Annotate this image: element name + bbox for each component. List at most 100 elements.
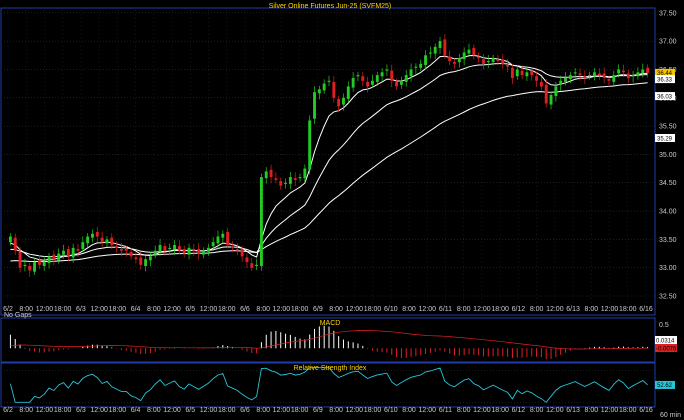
interval-label: 60 min [660, 412, 681, 419]
rsi-time-tick-label: 8:00 [402, 407, 416, 414]
rsi-time-tick-label: 12:00 [163, 407, 181, 414]
candle-body [482, 59, 485, 64]
candle-body [100, 237, 104, 243]
candle-body [539, 81, 543, 87]
price-time-tick-label: 6/12 [512, 306, 526, 313]
rsi-time-tick-label: 18:00 [291, 407, 309, 414]
candle-body [202, 250, 205, 255]
candle-body [57, 253, 61, 261]
price-time-tick-label: 6/5 [185, 306, 195, 313]
price-tick-label: 37.00 [659, 39, 677, 46]
candle-body [245, 257, 249, 263]
candle-body [129, 251, 133, 257]
candle-body [530, 70, 534, 76]
candle-body [414, 66, 418, 68]
candle-body [8, 236, 12, 243]
candle-body [462, 52, 466, 60]
rsi-time-tick-label: 18:00 [54, 407, 72, 414]
candle-body [33, 262, 36, 272]
candle-body [62, 250, 65, 255]
candle-body [42, 262, 46, 266]
candle-body [477, 56, 481, 59]
price-time-tick-label: 18:00 [218, 306, 236, 313]
candle-body [342, 97, 345, 105]
price-time-tick-label: 8:00 [585, 306, 599, 313]
price-tick-label: 34.00 [659, 209, 677, 216]
candle-body [515, 69, 519, 77]
candle-body [71, 247, 75, 258]
candle-body [235, 249, 239, 251]
candle-body [346, 86, 350, 99]
price-time-tick-label: 8:00 [402, 306, 416, 313]
candle-body [264, 171, 268, 179]
candle-body [520, 70, 524, 76]
no-gaps-label: No Gaps [4, 312, 32, 319]
price-tag-label: 35.29 [657, 136, 673, 142]
candle-body [366, 81, 370, 87]
rsi-time-tick-label: 8:00 [530, 407, 544, 414]
price-time-tick-label: 6/3 [76, 306, 86, 313]
candle-body [76, 249, 80, 251]
macd-tag-label: -0.0076 [656, 346, 677, 352]
candle-body [173, 245, 176, 250]
rsi-time-tick-label: 18:00 [619, 407, 637, 414]
candle-body [95, 232, 99, 237]
price-time-tick-label: 18:00 [109, 306, 127, 313]
candle-body [390, 70, 394, 81]
candle-body [240, 249, 244, 257]
candle-body [559, 80, 563, 85]
candle-body [153, 250, 157, 255]
rsi-time-tick-label: 18:00 [109, 407, 127, 414]
price-time-tick-label: 12:00 [163, 306, 181, 313]
candle-body [18, 251, 22, 268]
candle-body [399, 80, 403, 85]
rsi-line [9, 367, 648, 403]
candle-body [385, 69, 389, 71]
rsi-time-tick-label: 8:00 [329, 407, 343, 414]
candle-body [380, 72, 384, 77]
rsi-time-tick-label: 12:00 [473, 407, 491, 414]
candle-body [327, 80, 331, 82]
candle-body [144, 259, 148, 266]
chart-title: Silver Online Futures Jun-25 (SVFM25) [269, 3, 392, 10]
price-tick-label: 37.50 [659, 10, 677, 17]
candle-body [626, 73, 630, 78]
candle-body [13, 237, 17, 251]
price-time-tick-label: 6/4 [131, 306, 141, 313]
macd-tag-label: 0.0314 [656, 338, 675, 344]
candle-body [313, 92, 316, 119]
candle-body [510, 67, 514, 78]
rsi-time-tick-label: 6/6 [240, 407, 250, 414]
candle-body [47, 256, 51, 264]
candle-body [467, 49, 471, 54]
price-tick-label: 33.00 [659, 265, 677, 272]
price-time-tick-label: 18:00 [364, 306, 382, 313]
candle-body [486, 60, 490, 63]
candle-body [501, 59, 505, 64]
candle-body [453, 62, 456, 64]
candle-body [448, 56, 452, 61]
candle-body [23, 264, 27, 266]
candle-body [337, 98, 341, 107]
candle-body [433, 46, 437, 54]
price-time-tick-label: 12:00 [546, 306, 564, 313]
rsi-time-tick-label: 6/16 [639, 407, 653, 414]
candle-body [404, 75, 408, 82]
candle-body [549, 94, 553, 105]
candle-body [607, 79, 611, 81]
price-time-tick-label: 18:00 [491, 306, 509, 313]
candle-body [535, 76, 539, 81]
candle-body [588, 75, 592, 77]
candle-body [322, 83, 326, 91]
price-tick-label: 32.50 [659, 294, 677, 301]
candle-body [168, 247, 172, 250]
rsi-time-tick-label: 6/12 [512, 407, 526, 414]
rsi-time-tick-label: 8:00 [147, 407, 161, 414]
price-time-tick-label: 12:00 [473, 306, 491, 313]
rsi-time-tick-label: 12:00 [601, 407, 619, 414]
price-tick-label: 35.50 [659, 124, 677, 131]
candle-body [636, 72, 640, 77]
rsi-time-tick-label: 18:00 [491, 407, 509, 414]
moving-average-line [10, 82, 648, 263]
candle-body [438, 41, 442, 48]
